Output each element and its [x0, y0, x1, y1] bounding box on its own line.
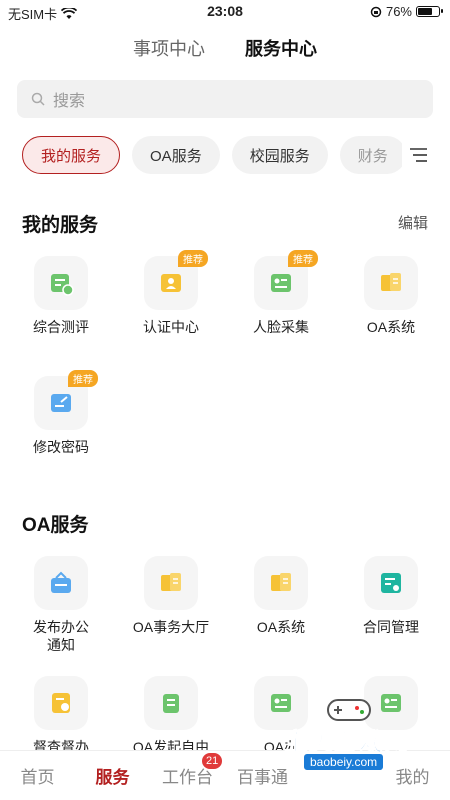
service-contract[interactable]: 合同管理 [336, 556, 446, 636]
service-change-password[interactable]: 推荐 修改密码 [6, 370, 116, 456]
service-publish-notice[interactable]: 发布办公 通知 [6, 556, 116, 654]
service-free-flow[interactable]: OA发起自由 [116, 676, 226, 756]
service-label: OA系统 [256, 619, 306, 635]
menu-icon[interactable] [408, 146, 428, 164]
recommend-tag: 推荐 [178, 250, 208, 267]
gamepad-icon [327, 699, 371, 721]
certification-icon [161, 274, 181, 292]
top-tabs: 事项中心 服务中心 [0, 30, 450, 66]
service-face-collect[interactable]: 推荐 人脸采集 [226, 250, 336, 336]
service-label: 合同管理 [363, 619, 419, 635]
service-supervision[interactable]: 督查督办 [6, 676, 116, 756]
service-affairs-hall[interactable]: OA事务大厅 [116, 556, 226, 636]
service-oa-system[interactable]: OA系统 [336, 256, 446, 336]
chip-my-services[interactable]: 我的服务 [22, 136, 121, 174]
search-icon [31, 92, 45, 106]
free-flow-icon [163, 694, 179, 713]
watermark-text: 宝贝游戏网 [284, 729, 409, 757]
service-label: 修改密码 [33, 439, 89, 455]
contract-icon [381, 573, 401, 593]
section-my-services-title: 我的服务 [22, 215, 99, 236]
nav-service[interactable]: 服务 [75, 751, 150, 800]
search-input[interactable]: 搜索 [17, 80, 433, 118]
oa-system-icon [381, 273, 401, 291]
recommend-tag: 推荐 [288, 250, 318, 267]
search-placeholder: 搜索 [53, 93, 86, 110]
service-oa-system-2[interactable]: OA系统 [226, 556, 336, 636]
chip-finance[interactable]: 财务 [339, 136, 402, 174]
battery-percent: 76% [385, 4, 412, 19]
evaluation-icon [51, 274, 74, 296]
category-chips: 我的服务 OA服务 校园服务 财务 [22, 136, 402, 176]
service-evaluation[interactable]: 综合测评 [6, 256, 116, 336]
face-collect-icon [271, 274, 291, 292]
status-bar: 无SIM卡 23:08 76% [0, 0, 450, 24]
service-label: OA事务大厅 [132, 619, 210, 635]
tab-matters-center[interactable]: 事项中心 [133, 35, 205, 61]
service-certification[interactable]: 推荐 认证中心 [116, 250, 226, 336]
recommend-tag: 推荐 [68, 370, 98, 387]
oa-system-icon [271, 573, 291, 591]
watermark-url: baobeiy.com [304, 754, 384, 770]
tab-service-center[interactable]: 服务中心 [245, 35, 317, 61]
watermark: 宝贝游戏网 baobeiy.com [284, 692, 444, 782]
section-oa-services-title: OA服务 [22, 515, 89, 536]
service-label: OA系统 [366, 319, 416, 335]
notification-badge: 21 [202, 753, 223, 769]
nav-home[interactable]: 首页 [0, 751, 75, 800]
service-label: 发布办公 通知 [33, 619, 89, 653]
nav-workbench[interactable]: 工作台 21 [150, 751, 225, 800]
service-label: 综合测评 [33, 319, 89, 335]
service-label: 认证中心 [143, 319, 199, 335]
affairs-hall-icon [161, 573, 181, 591]
battery-icon [416, 6, 443, 17]
chip-oa-services[interactable]: OA服务 [132, 136, 220, 174]
edit-link[interactable]: 编辑 [398, 212, 428, 233]
notice-icon [51, 571, 71, 593]
supervision-icon [52, 693, 70, 713]
chip-campus-services[interactable]: 校园服务 [231, 136, 328, 174]
orientation-lock-icon [370, 6, 382, 17]
password-icon [51, 394, 71, 412]
service-label: 人脸采集 [253, 319, 309, 335]
